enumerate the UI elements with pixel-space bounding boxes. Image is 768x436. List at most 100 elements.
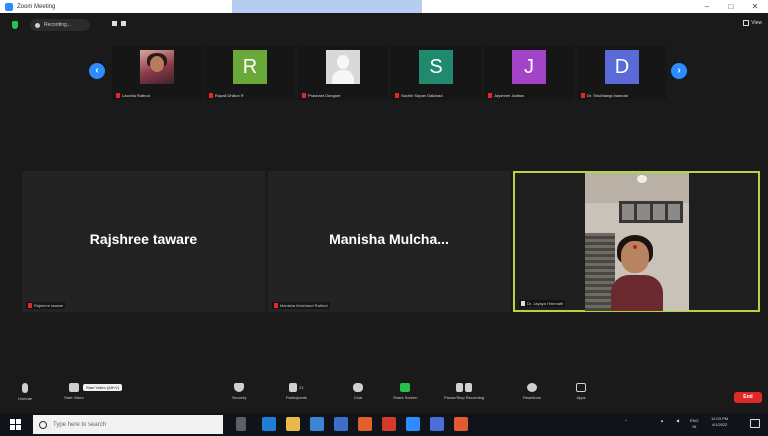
muted-mic-icon [116,93,120,98]
muted-mic-icon [395,93,399,98]
recording-label: Recording... [44,22,71,28]
video-camera-icon [68,383,79,392]
participant-thumb[interactable]: J Jayshree Jadhav [484,46,574,100]
language-indicator[interactable]: ENG IN [690,418,699,430]
minimize-button[interactable]: – [696,0,718,13]
record-dot-icon [35,22,40,28]
share-screen-button[interactable]: Share Screen [393,383,417,400]
participant-initial-avatar: R [233,50,267,84]
security-button[interactable]: Security [232,383,246,400]
file-explorer-icon[interactable] [286,417,300,431]
chrome-icon[interactable] [454,417,468,431]
window-title: Zoom Meeting [17,3,56,10]
participant-name: Rupali Dhillon R [215,93,244,98]
participant-thumb[interactable]: D Dr. Shubhangi Inamdar [577,46,667,100]
tile-label: Rajshree taware [34,303,64,308]
tray-chevron-icon[interactable]: ^ [625,418,627,423]
stop-icon [465,383,473,392]
edge-browser-icon[interactable] [262,417,276,431]
meeting-top-bar [0,13,768,41]
network-icon[interactable]: ▲ [660,418,664,423]
title-highlight [232,0,422,13]
taskbar-clock[interactable]: 12:03 PM 4/1/2022 [711,416,728,428]
windows-start-icon[interactable] [10,419,21,430]
zoom-taskbar-icon[interactable] [406,417,420,431]
participant-name: Prashant Dongare [308,93,341,98]
search-placeholder: Type here to search [53,421,107,428]
muted-mic-icon [209,93,213,98]
strip-prev-button[interactable]: ‹ [89,63,105,79]
chat-button[interactable]: Chat [353,383,363,400]
zoom-meeting-taskbar-icon[interactable] [430,417,444,431]
participant-name: Sachin Sopan Gaikwad [401,93,443,98]
speaker-video [611,235,663,311]
notifications-icon[interactable] [750,419,760,428]
participant-thumb[interactable]: Prashant Dongare [298,46,388,100]
participant-name: Jayshree Jadhav [494,93,525,98]
participant-name: Dr. Shubhangi Inamdar [587,93,629,98]
participants-icon [289,383,298,392]
task-view-icon[interactable] [236,417,246,431]
participant-thumb[interactable]: R Rupali Dhillon R [205,46,295,100]
participant-thumb[interactable]: S Sachin Sopan Gaikwad [391,46,481,100]
muted-mic-icon [581,93,585,98]
pause-recording-icon[interactable] [112,21,117,26]
volume-icon[interactable]: ◀ [676,418,679,423]
share-screen-icon [400,383,411,392]
view-button[interactable]: View [743,20,762,26]
maximize-button[interactable]: □ [720,0,742,13]
reactions-button[interactable]: Reactions [523,383,541,400]
taskbar-search[interactable]: Type here to search [33,415,223,434]
participant-initial-avatar: J [512,50,546,84]
tile-label: Manisha Mulchand Rathod [280,303,328,308]
wall-frames [619,201,683,223]
gallery-view-icon [743,20,750,26]
video-tile[interactable]: Rajshree taware Rajshree taware [22,171,265,312]
stop-recording-icon[interactable] [121,21,126,26]
start-video-button[interactable]: Start Video [64,383,84,400]
security-shield-icon[interactable] [12,21,18,29]
recording-indicator: Recording... [30,19,90,31]
tile-display-name: Rajshree taware [89,231,198,247]
close-button[interactable]: ✕ [744,0,766,13]
video-tile[interactable]: Manisha Mulcha... Manisha Mulchand Ratho… [268,171,510,312]
mail-icon[interactable] [310,417,324,431]
chat-bubble-icon [353,383,363,392]
unmute-button[interactable]: Unmute [18,383,32,401]
default-avatar-icon [326,50,360,84]
view-label: View [751,20,762,26]
muted-mic-icon [302,93,306,98]
participant-thumb[interactable]: Lacchia Rathod [112,46,202,100]
microphone-icon [22,383,28,393]
muted-mic-icon [28,303,32,308]
camera-video-feed [585,173,689,311]
muted-mic-icon [488,93,492,98]
pause-icon [456,383,464,392]
participants-count: 21 [299,385,304,390]
zoom-app-icon [5,2,13,11]
cortana-icon [39,420,47,429]
end-meeting-button[interactable]: End [734,392,762,403]
participant-initial-avatar: D [605,50,639,84]
active-speaker-tile[interactable]: Dr. Jayaya Hiremath [513,171,760,312]
mic-icon [521,301,525,306]
lamp-icon [637,175,647,183]
shield-icon [234,383,245,392]
participants-button[interactable]: 21 Participants [286,383,307,400]
apps-icon [576,383,586,392]
muted-mic-icon [274,303,278,308]
office-icon[interactable] [358,417,372,431]
participant-initial-avatar: S [419,50,453,84]
strip-next-button[interactable]: › [671,63,687,79]
smiley-icon [526,383,537,392]
tile-display-name: Manisha Mulcha... [329,231,449,247]
app-icon[interactable] [382,417,396,431]
start-video-tooltip: Start Video (Alt+V) [83,384,123,391]
store-icon[interactable] [334,417,348,431]
pause-recording-button[interactable]: Pause/Stop Recording [444,383,484,400]
photo-face [150,56,164,72]
participant-name: Lacchia Rathod [122,93,150,98]
participant-photo [140,50,174,84]
apps-button[interactable]: Apps [576,383,586,400]
tile-label: Dr. Jayaya Hiremath [527,301,564,306]
